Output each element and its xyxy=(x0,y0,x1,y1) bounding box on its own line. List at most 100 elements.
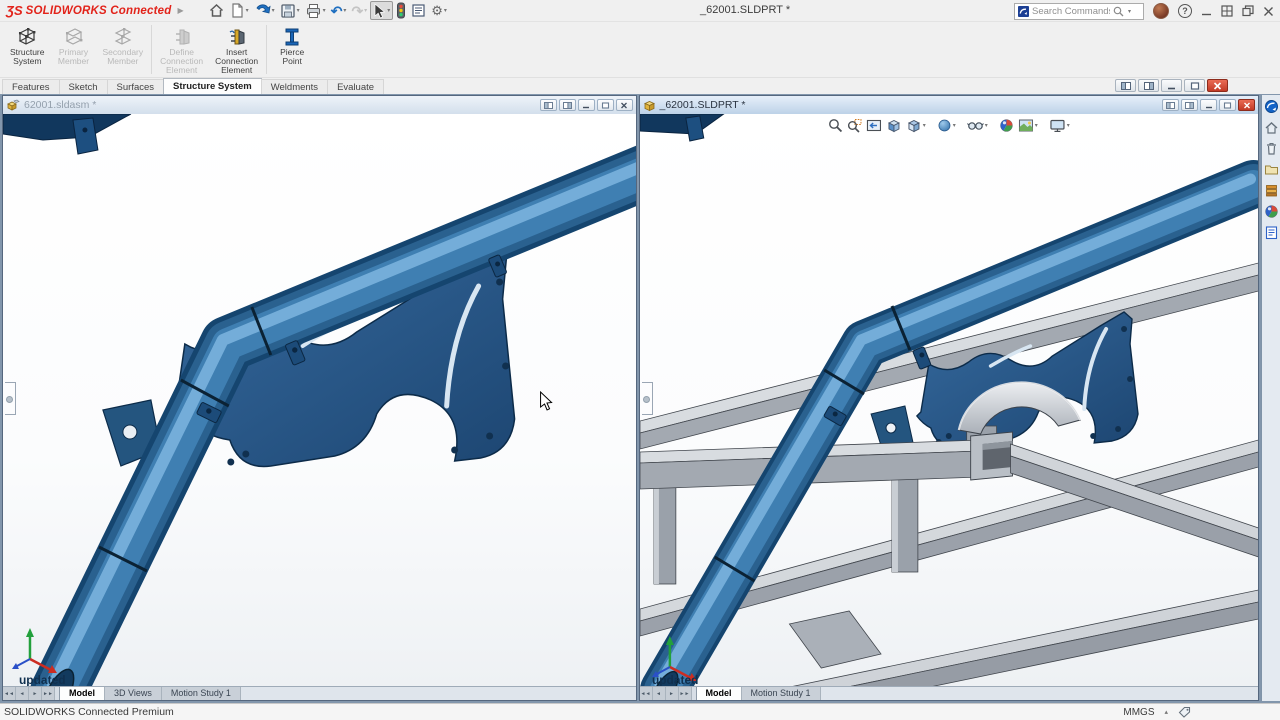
tab-weldments[interactable]: Weldments xyxy=(261,79,328,94)
close-icon[interactable] xyxy=(616,99,633,111)
new-document-button[interactable]: ▾ xyxy=(228,1,251,20)
design-library-button[interactable] xyxy=(1263,182,1279,198)
zoom-to-area-button[interactable] xyxy=(846,117,863,134)
tab-surfaces[interactable]: Surfaces xyxy=(107,79,165,94)
select-tool-button[interactable]: ▾ xyxy=(370,1,393,20)
redo-button[interactable]: ↷▾ xyxy=(349,1,369,20)
apply-scene-button[interactable]: ▾ xyxy=(1017,117,1039,134)
assembly-window-buttons xyxy=(540,99,633,111)
tab-motion-study-1[interactable]: Motion Study 1 xyxy=(162,687,241,700)
document-window-part: _62001.SLDPRT * xyxy=(639,95,1260,701)
tab-sketch[interactable]: Sketch xyxy=(59,79,108,94)
appearances-button[interactable] xyxy=(1263,203,1279,219)
section-view-button[interactable] xyxy=(885,117,903,134)
appearances-icon xyxy=(1264,204,1279,219)
menu-expand-icon[interactable]: ▶ xyxy=(177,6,183,15)
app-close-button[interactable] xyxy=(1263,6,1274,17)
feature-manager-collapsed-handle[interactable] xyxy=(642,382,653,415)
next-tab-button[interactable]: ► xyxy=(666,687,679,700)
part-window-titlebar[interactable]: _62001.SLDPRT * xyxy=(640,96,1259,114)
prev-tab-button[interactable]: ◄ xyxy=(653,687,666,700)
close-icon[interactable] xyxy=(1238,99,1255,111)
corner-member[interactable] xyxy=(3,114,131,154)
app-minimize-button[interactable] xyxy=(1201,6,1212,17)
3dexperience-chip-icon xyxy=(1018,6,1029,17)
first-tab-button[interactable]: ◄◄ xyxy=(3,687,16,700)
tile-left-icon[interactable] xyxy=(1162,99,1179,111)
tab-features[interactable]: Features xyxy=(2,79,60,94)
zoom-to-fit-button[interactable] xyxy=(827,117,844,134)
units-dropdown-icon[interactable]: ▴ xyxy=(1164,708,1168,716)
save-button[interactable]: ▾ xyxy=(278,1,302,20)
assembly-window-titlebar[interactable]: 62001.sldasm * xyxy=(3,96,636,114)
search-icon[interactable] xyxy=(1113,6,1124,17)
prev-tab-button[interactable]: ◄ xyxy=(16,687,29,700)
previous-view-icon xyxy=(866,118,882,133)
tab-evaluate[interactable]: Evaluate xyxy=(327,79,384,94)
app-restore-button[interactable] xyxy=(1242,5,1254,17)
view-orientation-button[interactable]: ▾ xyxy=(905,117,927,134)
tile-right-icon[interactable] xyxy=(559,99,576,111)
frame-brace[interactable] xyxy=(789,611,881,668)
units-selector[interactable]: MMGS xyxy=(1123,707,1154,718)
options-button[interactable]: ⚙▾ xyxy=(429,1,449,20)
restore-icon[interactable] xyxy=(597,99,614,111)
print-button[interactable]: ▾ xyxy=(303,1,328,20)
tile-left-button[interactable] xyxy=(1115,79,1136,92)
restore-icon[interactable] xyxy=(1219,99,1236,111)
corner-member[interactable] xyxy=(640,114,724,141)
part-graphics-area[interactable]: updated ▾ ▾ ▾ ▾ ▾ xyxy=(640,114,1259,686)
home-tab-button[interactable] xyxy=(1263,119,1279,135)
mouse-cursor xyxy=(541,392,552,410)
3dexperience-button[interactable] xyxy=(1263,98,1279,114)
tab-model[interactable]: Model xyxy=(59,687,105,700)
rebuild-button[interactable] xyxy=(394,1,408,20)
assembly-tab-bar: ◄◄ ◄ ► ►► Model 3D Views Motion Study 1 xyxy=(3,686,636,700)
minimize-icon[interactable] xyxy=(1200,99,1217,111)
tab-structure-system[interactable]: Structure System xyxy=(163,78,262,94)
app-tile-windows-button[interactable] xyxy=(1221,5,1233,17)
help-button[interactable]: ? xyxy=(1178,4,1192,18)
pierce-point-button[interactable]: Pierce Point xyxy=(269,22,315,77)
last-tab-button[interactable]: ►► xyxy=(679,687,692,700)
file-properties-button[interactable] xyxy=(409,1,428,20)
tab-model[interactable]: Model xyxy=(696,687,742,700)
custom-properties-button[interactable] xyxy=(1263,224,1279,240)
search-dropdown-icon[interactable]: ▾ xyxy=(1128,8,1131,15)
assembly-3d-model[interactable]: updated xyxy=(3,114,636,686)
undo-button[interactable]: ↶▾ xyxy=(329,1,349,20)
restore-document-button[interactable] xyxy=(1184,79,1205,92)
search-input[interactable] xyxy=(1032,6,1110,17)
view-settings-button[interactable]: ▾ xyxy=(1048,117,1071,134)
trash-button[interactable] xyxy=(1263,140,1279,156)
display-style-button[interactable]: ▾ xyxy=(936,117,957,134)
minimize-icon[interactable] xyxy=(578,99,595,111)
hide-show-items-button[interactable]: ▾ xyxy=(966,117,989,134)
next-tab-button[interactable]: ► xyxy=(29,687,42,700)
open-button[interactable]: ▾ xyxy=(252,1,277,20)
file-explorer-button[interactable] xyxy=(1263,161,1279,177)
minimize-document-button[interactable] xyxy=(1161,79,1182,92)
tile-right-button[interactable] xyxy=(1138,79,1159,92)
tags-icon[interactable] xyxy=(1178,706,1192,718)
feature-manager-collapsed-handle[interactable] xyxy=(5,382,16,415)
tab-motion-study-1[interactable]: Motion Study 1 xyxy=(742,687,821,700)
search-commands-box[interactable]: ▾ xyxy=(1014,3,1144,20)
update-status-text: updated xyxy=(651,673,697,686)
minimize-icon xyxy=(1201,6,1212,17)
tile-right-icon[interactable] xyxy=(1181,99,1198,111)
tile-left-icon[interactable] xyxy=(540,99,557,111)
tab-3d-views[interactable]: 3D Views xyxy=(105,687,162,700)
edit-appearance-button[interactable] xyxy=(998,117,1015,134)
part-3d-model[interactable]: updated xyxy=(640,114,1259,686)
home-button[interactable] xyxy=(206,1,227,20)
assembly-graphics-area[interactable]: updated xyxy=(3,114,636,686)
close-document-button[interactable] xyxy=(1207,79,1228,92)
insert-connection-element-button[interactable]: Insert Connection Element xyxy=(209,22,264,77)
structure-system-button[interactable]: Structure System xyxy=(4,22,51,77)
first-tab-button[interactable]: ◄◄ xyxy=(640,687,653,700)
last-tab-button[interactable]: ►► xyxy=(42,687,55,700)
user-avatar[interactable] xyxy=(1153,3,1169,19)
update-status-text: updated xyxy=(19,673,66,686)
previous-view-button[interactable] xyxy=(865,117,883,134)
